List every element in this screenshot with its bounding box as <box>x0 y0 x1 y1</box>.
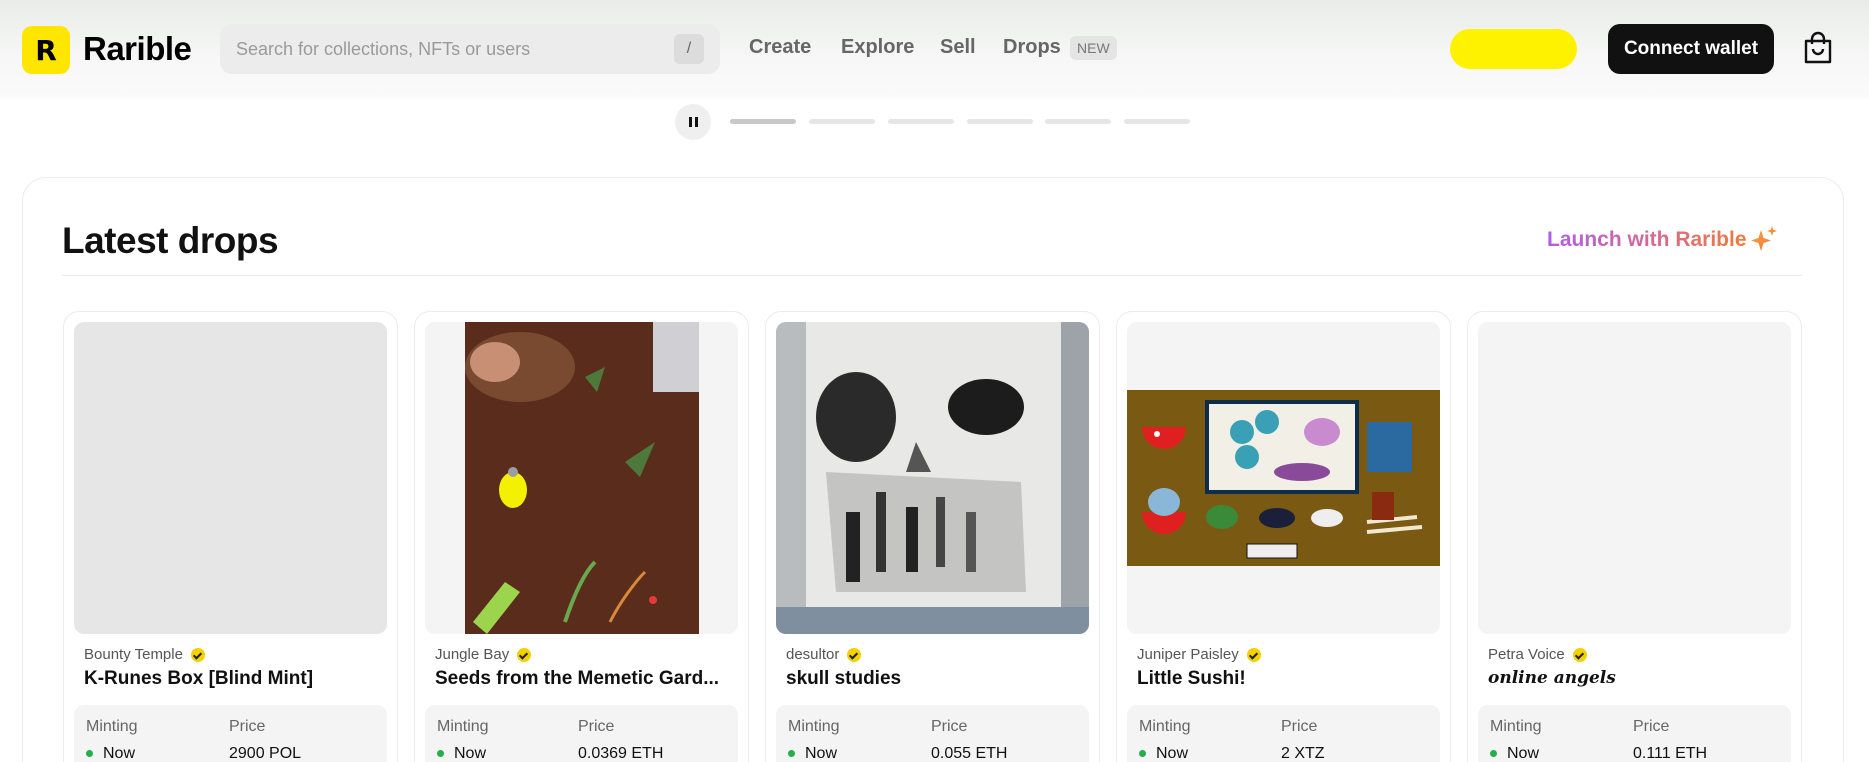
search-input[interactable] <box>236 38 674 60</box>
price-value: 0.111 ETH <box>1633 745 1708 762</box>
sushi-artwork <box>1127 322 1440 634</box>
minting-label: Minting <box>437 718 489 735</box>
drop-image-skull[interactable] <box>776 322 1089 634</box>
drop-title[interactable]: Little Sushi! <box>1137 668 1437 690</box>
creator-name[interactable]: Bounty Temple <box>84 646 183 663</box>
live-dot-icon <box>1490 750 1497 758</box>
search-bar[interactable]: / <box>220 24 720 74</box>
drop-card[interactable]: Jungle Bay Seeds from the Memetic Gard..… <box>414 311 749 762</box>
verified-badge-icon <box>1246 647 1261 662</box>
minting-status: Now <box>86 745 135 762</box>
drop-card[interactable]: Juniper Paisley Little Sushi! Minting Pr… <box>1116 311 1451 762</box>
drop-info-box: Minting Price Now 0.0369 ETH <box>425 705 738 762</box>
nav-explore[interactable]: Explore <box>841 36 914 59</box>
carousel-indicator-4[interactable] <box>967 119 1033 124</box>
section-title: Latest drops <box>62 220 279 261</box>
price-label: Price <box>1281 718 1318 735</box>
verified-badge-icon <box>847 647 862 662</box>
drop-image-garden[interactable] <box>425 322 738 634</box>
promo-button[interactable] <box>1450 29 1577 69</box>
shopping-bag-icon[interactable] <box>1803 31 1833 65</box>
minting-status: Now <box>788 745 837 762</box>
creator-name[interactable]: Juniper Paisley <box>1137 646 1239 663</box>
pause-icon-bar <box>694 117 698 127</box>
creator-row[interactable]: Juniper Paisley <box>1137 646 1261 663</box>
carousel-indicator-2[interactable] <box>809 119 875 124</box>
price-value: 2900 POL <box>229 745 302 762</box>
drop-info-box: Minting Price Now 2900 POL <box>74 705 387 762</box>
carousel-indicator-1[interactable] <box>730 119 796 124</box>
live-dot-icon <box>86 750 93 758</box>
creator-name[interactable]: desultor <box>786 646 839 663</box>
minting-value: Now <box>1507 745 1540 762</box>
drop-info-box: Minting Price Now 0.111 ETH <box>1478 705 1791 762</box>
minting-value: Now <box>1156 745 1189 762</box>
drop-info-box: Minting Price Now 2 XTZ <box>1127 705 1440 762</box>
minting-status: Now <box>1490 745 1539 762</box>
price-label: Price <box>1633 718 1670 735</box>
minting-status: Now <box>1139 745 1188 762</box>
price-label: Price <box>229 718 266 735</box>
creator-row[interactable]: Bounty Temple <box>84 646 205 663</box>
price-label: Price <box>931 718 968 735</box>
price-value: 0.0369 ETH <box>578 745 664 762</box>
drop-title[interactable]: skull studies <box>786 668 1086 690</box>
nav-sell[interactable]: Sell <box>940 36 976 59</box>
creator-row[interactable]: Jungle Bay <box>435 646 532 663</box>
logo-letter: R <box>35 33 57 67</box>
creator-row[interactable]: desultor <box>786 646 862 663</box>
drop-card[interactable]: Petra Voice online angels Minting Price … <box>1467 311 1802 762</box>
creator-name[interactable]: Jungle Bay <box>435 646 509 663</box>
sparkle-icon <box>1751 226 1777 251</box>
creator-name[interactable]: Petra Voice <box>1488 646 1565 663</box>
minting-value: Now <box>805 745 838 762</box>
drop-card[interactable]: Bounty Temple K-Runes Box [Blind Mint] M… <box>63 311 398 762</box>
drop-title[interactable]: online angels <box>1488 668 1788 688</box>
minting-label: Minting <box>1490 718 1542 735</box>
pause-icon <box>688 117 692 127</box>
minting-status: Now <box>437 745 486 762</box>
drop-title[interactable]: Seeds from the Memetic Gard... <box>435 668 735 690</box>
verified-badge-icon <box>517 647 532 662</box>
brand-name[interactable]: Rarible <box>83 30 192 68</box>
verified-badge-icon <box>1572 647 1587 662</box>
drop-image-sushi[interactable] <box>1127 322 1440 634</box>
search-shortcut-key: / <box>674 34 704 64</box>
garden-artwork <box>425 322 738 634</box>
minting-label: Minting <box>86 718 138 735</box>
top-header: R Rarible / Create Explore Sell Drops NE… <box>0 0 1869 98</box>
minting-label: Minting <box>1139 718 1191 735</box>
price-value: 0.055 ETH <box>931 745 1008 762</box>
creator-row[interactable]: Petra Voice <box>1488 646 1587 663</box>
carousel-indicator-5[interactable] <box>1045 119 1111 124</box>
drop-title[interactable]: K-Runes Box [Blind Mint] <box>84 668 384 690</box>
skull-artwork <box>776 322 1089 634</box>
drop-image-placeholder[interactable] <box>74 322 387 634</box>
live-dot-icon <box>437 750 444 758</box>
new-badge: NEW <box>1070 36 1117 60</box>
minting-value: Now <box>103 745 136 762</box>
drop-card[interactable]: desultor skull studies Minting Price Now… <box>765 311 1100 762</box>
carousel-pause-button[interactable] <box>675 104 711 140</box>
section-divider <box>62 275 1802 276</box>
minting-label: Minting <box>788 718 840 735</box>
carousel-indicator-3[interactable] <box>888 119 954 124</box>
price-label: Price <box>578 718 615 735</box>
live-dot-icon <box>1139 750 1146 758</box>
nav-create[interactable]: Create <box>749 36 811 59</box>
rarible-logo[interactable]: R <box>22 26 70 74</box>
verified-badge-icon <box>190 647 205 662</box>
drop-image-placeholder[interactable] <box>1478 322 1791 634</box>
live-dot-icon <box>788 750 795 758</box>
connect-wallet-button[interactable]: Connect wallet <box>1608 24 1774 74</box>
price-value: 2 XTZ <box>1281 745 1325 762</box>
carousel-indicator-6[interactable] <box>1124 119 1190 124</box>
launch-with-rarible-link[interactable]: Launch with Rarible <box>1547 228 1747 252</box>
drop-info-box: Minting Price Now 0.055 ETH <box>776 705 1089 762</box>
minting-value: Now <box>454 745 487 762</box>
nav-drops[interactable]: Drops <box>1003 36 1061 59</box>
